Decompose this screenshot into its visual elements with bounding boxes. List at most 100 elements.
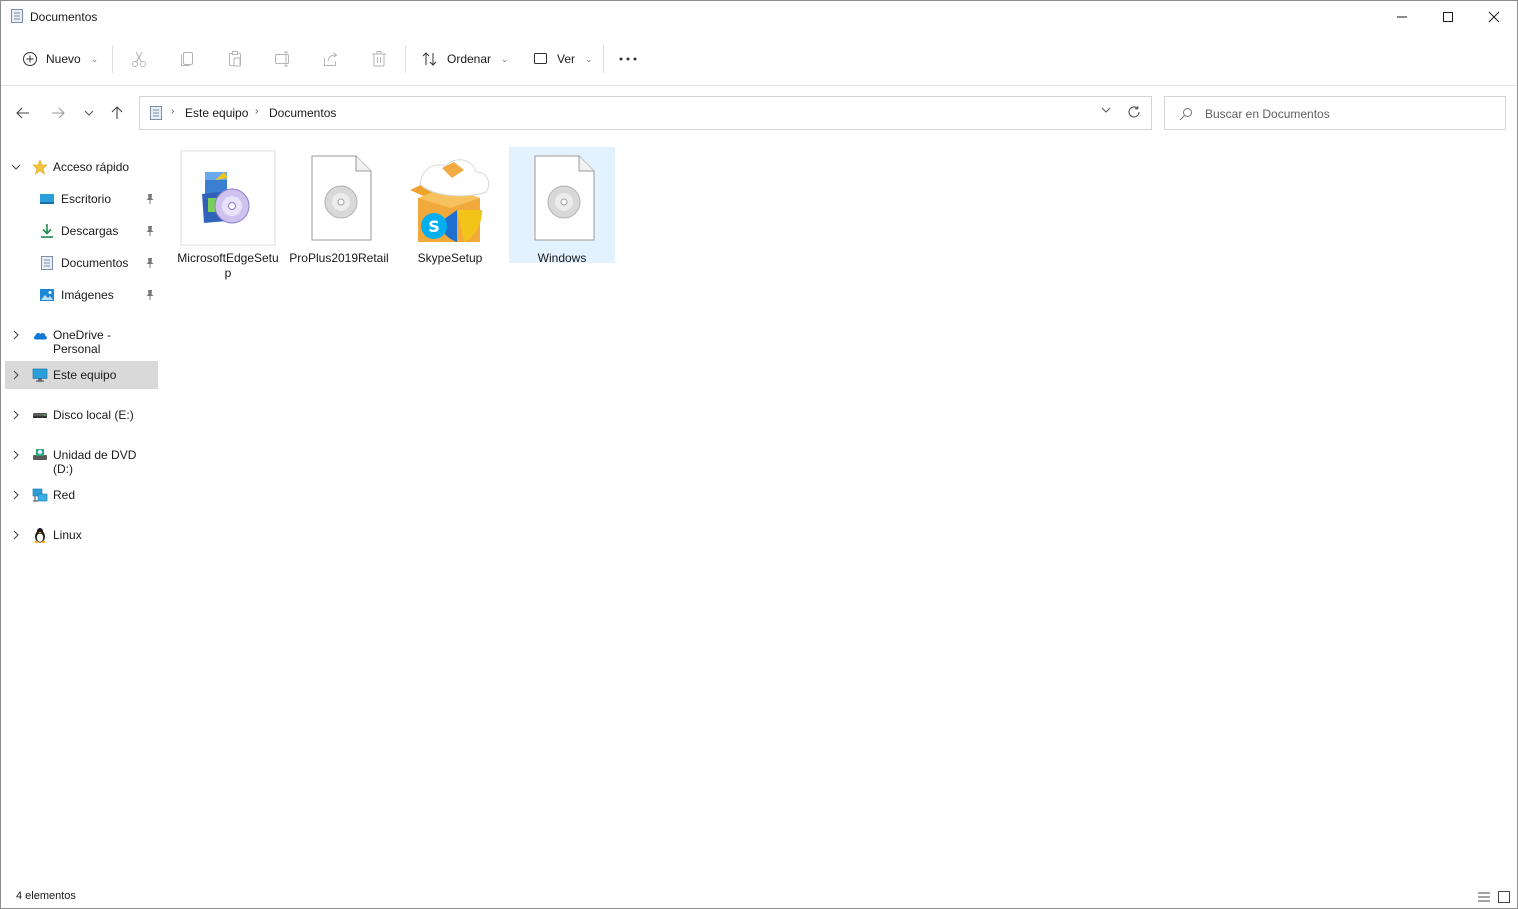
navigation-pane: Acceso rápido Escritorio Descargas Docum…	[1, 147, 166, 567]
search-box[interactable]	[1164, 96, 1506, 130]
file-name: Windows	[537, 251, 587, 265]
file-name: MicrosoftEdgeSetup	[177, 251, 279, 280]
details-view-button[interactable]	[1476, 889, 1492, 905]
command-bar: Nuevo ⌄ Ordenar ⌄ Ver ⌄	[1, 39, 1517, 79]
sidebar-item-imagenes[interactable]: Imágenes	[5, 281, 158, 309]
maximize-button[interactable]	[1425, 1, 1471, 32]
sidebar-item-este-equipo[interactable]: Este equipo	[5, 361, 158, 389]
minimize-icon	[1397, 16, 1407, 17]
skype-installer-icon: S	[410, 159, 490, 242]
paste-button[interactable]	[226, 39, 244, 79]
sidebar-item-disco-local[interactable]: Disco local (E:)	[5, 401, 158, 429]
chevron-right-icon[interactable]	[11, 370, 21, 380]
view-icon	[534, 53, 547, 64]
share-icon	[324, 52, 338, 66]
sidebar-item-red[interactable]: Red	[5, 481, 158, 509]
copy-button[interactable]	[178, 39, 196, 79]
chevron-right-icon[interactable]	[11, 490, 21, 500]
toolbar-divider	[405, 45, 406, 73]
file-explorer-window: Documentos Nuevo ⌄ Ordenar ⌄ Ver ⌄ › Est…	[0, 0, 1518, 909]
address-bar[interactable]: › Este equipo › Documentos	[139, 96, 1152, 130]
download-icon	[41, 224, 53, 238]
view-button[interactable]: Ver ⌄	[533, 39, 593, 79]
up-button[interactable]	[105, 101, 129, 125]
search-icon	[1179, 108, 1192, 121]
arrow-left-icon	[16, 107, 29, 119]
pin-icon	[146, 194, 154, 204]
sidebar-item-unidad-dvd[interactable]: Unidad de DVD (D:)	[5, 441, 158, 476]
file-name: SkypeSetup	[417, 251, 483, 265]
sidebar-item-label: Escritorio	[61, 192, 112, 206]
more-options-button[interactable]	[619, 39, 637, 79]
dvd-icon	[33, 449, 47, 460]
delete-button[interactable]	[370, 39, 388, 79]
copy-icon	[181, 52, 193, 66]
tiles-view-icon	[1498, 891, 1510, 903]
chevron-right-icon[interactable]	[11, 330, 21, 340]
back-button[interactable]	[11, 101, 35, 125]
close-button[interactable]	[1471, 1, 1517, 32]
close-icon	[1488, 11, 1500, 22]
recent-locations-button[interactable]	[77, 101, 101, 125]
pictures-icon	[40, 289, 54, 301]
breadcrumb-este-equipo[interactable]: Este equipo	[185, 106, 248, 120]
title-bar: Documentos	[1, 1, 1517, 32]
disc-image-icon	[534, 155, 595, 241]
share-button[interactable]	[322, 39, 340, 79]
rename-icon	[275, 51, 289, 67]
star-icon	[32, 159, 48, 175]
file-name: ProPlus2019Retail	[289, 251, 389, 265]
minimize-button[interactable]	[1379, 1, 1425, 32]
chevron-down-icon: ⌄	[501, 53, 509, 64]
sort-button[interactable]: Ordenar ⌄	[421, 39, 509, 79]
sidebar-item-escritorio[interactable]: Escritorio	[5, 185, 158, 213]
sidebar-item-label: Linux	[53, 528, 82, 542]
sidebar-item-label: Acceso rápido	[53, 160, 130, 174]
cut-button[interactable]	[130, 39, 148, 79]
chevron-right-icon[interactable]	[11, 530, 21, 540]
chevron-right-icon[interactable]	[11, 410, 21, 420]
breadcrumb-documentos[interactable]: Documentos	[269, 106, 336, 120]
file-item[interactable]: S SkypeSetup	[397, 147, 503, 277]
paste-icon	[229, 51, 241, 67]
sidebar-item-label: Este equipo	[53, 368, 117, 382]
file-item[interactable]: MicrosoftEdgeSetup	[175, 147, 281, 280]
sidebar-item-linux[interactable]: Linux	[5, 521, 158, 549]
chevron-right-icon[interactable]	[11, 450, 21, 460]
document-icon	[41, 256, 53, 270]
search-input[interactable]	[1205, 105, 1495, 123]
sidebar-item-label: OneDrive - Personal	[53, 328, 112, 356]
new-button[interactable]: Nuevo ⌄	[22, 39, 98, 79]
toolbar-divider	[603, 45, 604, 73]
file-item[interactable]: Windows	[509, 147, 615, 277]
large-icons-view-button[interactable]	[1496, 889, 1512, 905]
drive-icon	[33, 413, 47, 418]
address-history-dropdown[interactable]	[1101, 107, 1111, 113]
disc-image-icon	[311, 155, 372, 241]
chevron-right-icon: ›	[255, 106, 259, 117]
refresh-icon[interactable]	[1127, 105, 1141, 119]
window-title: Documentos	[30, 10, 98, 24]
trash-icon	[372, 51, 386, 67]
computer-icon	[32, 368, 48, 382]
chevron-down-icon: ⌄	[585, 53, 593, 64]
sidebar-item-onedrive[interactable]: OneDrive - Personal	[5, 321, 158, 356]
pin-icon	[146, 258, 154, 268]
sidebar-item-acceso-rapido[interactable]: Acceso rápido	[5, 153, 158, 181]
sidebar-item-descargas[interactable]: Descargas	[5, 217, 158, 245]
command-bar-divider	[1, 85, 1517, 86]
rename-button[interactable]	[274, 39, 292, 79]
list-view-icon	[1478, 892, 1490, 902]
chevron-down-icon: ⌄	[90, 53, 99, 64]
pin-icon	[146, 226, 154, 236]
sidebar-item-label: Imágenes	[61, 288, 114, 302]
forward-button[interactable]	[46, 101, 70, 125]
chevron-down-icon[interactable]	[11, 162, 21, 172]
sort-button-label: Ordenar	[447, 52, 492, 66]
view-button-label: Ver	[557, 52, 576, 66]
file-item[interactable]: ProPlus2019Retail	[286, 147, 392, 277]
file-list: MicrosoftEdgeSetup ProPlus2019Retail S S…	[171, 141, 1511, 881]
network-icon	[32, 488, 48, 502]
sidebar-item-documentos[interactable]: Documentos	[5, 249, 158, 277]
linux-icon	[34, 528, 46, 543]
